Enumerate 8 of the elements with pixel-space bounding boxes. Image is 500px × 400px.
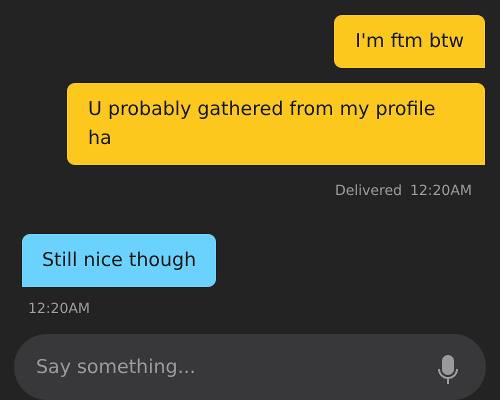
delivery-status: Delivered	[334, 182, 402, 201]
sent-message: U probably gathered from my profile ha	[67, 83, 485, 165]
sent-message: I'm ftm btw	[334, 15, 485, 68]
message-field[interactable]: Say something...	[14, 334, 486, 400]
message-time: 12:20AM	[410, 182, 472, 201]
received-message: Still nice though	[22, 234, 216, 287]
message-time: 12:20AM	[28, 300, 90, 319]
microphone-icon[interactable]	[438, 355, 458, 385]
